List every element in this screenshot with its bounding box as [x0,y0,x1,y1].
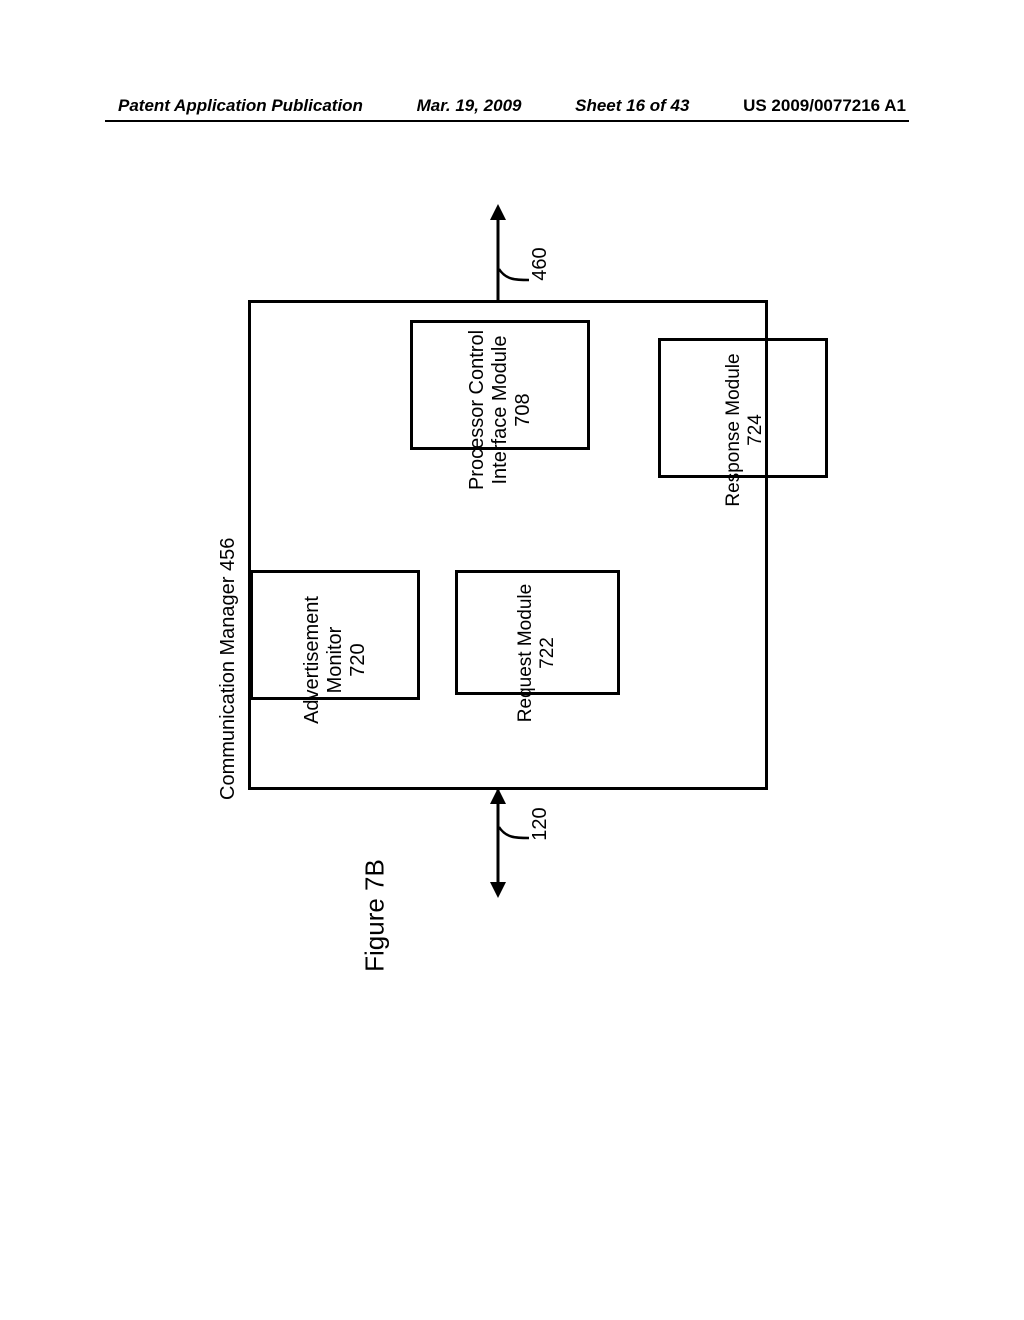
pci-line2: Interface Module [489,336,512,485]
pci-line1: Processor Control [466,330,489,490]
req-num: 722 [537,637,559,669]
resp-line1: Response Module [723,353,745,506]
ref-460-text: 460 [529,247,552,280]
figure-caption: Figure 7B [360,816,391,1016]
figure-area: 460 Communication Manager 456 Processor … [200,260,790,1000]
header-pub-id: US 2009/0077216 A1 [743,96,906,116]
request-module-label: Request Module 722 [502,538,572,768]
communication-manager-text: Communication Manager 456 [217,538,239,800]
adv-line1: Advertisement [301,596,324,724]
req-line1: Request Module [515,584,537,722]
ref-120: 120 [526,794,554,854]
header-date: Mar. 19, 2009 [417,96,522,116]
header-sheet: Sheet 16 of 43 [575,96,689,116]
figure-caption-text: Figure 7B [360,859,390,972]
pci-num: 708 [512,393,535,426]
response-module-label: Response Module 724 [710,310,780,550]
resp-num: 724 [745,414,767,446]
page-header: Patent Application Publication Mar. 19, … [0,96,1024,116]
header-rule [105,120,909,122]
processor-control-interface-label: Processor Control Interface Module 708 [460,280,540,540]
adv-num: 720 [347,643,370,676]
header-left: Patent Application Publication [118,96,363,116]
communication-manager-label: Communication Manager 456 [217,310,247,800]
ref-120-text: 120 [529,807,552,840]
adv-line2: Monitor [324,627,347,694]
advertisement-monitor-label: Advertisement Monitor 720 [295,540,375,780]
